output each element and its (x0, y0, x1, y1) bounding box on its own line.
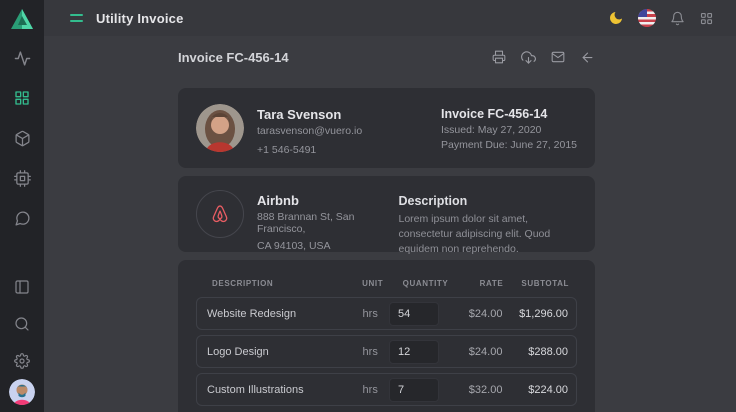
invoice-title: Invoice FC-456-14 (178, 50, 289, 65)
invoice-due-date: Payment Due: June 27, 2015 (441, 139, 577, 151)
company-description-card: Airbnb 888 Brannan St, San Francisco, CA… (178, 176, 595, 252)
invoice-meta-block: Invoice FC-456-14 Issued: May 27, 2020 P… (441, 104, 577, 152)
header-description: Description (206, 279, 362, 288)
send-mail-button[interactable] (551, 50, 565, 64)
bell-icon (670, 11, 685, 26)
company-address-line2: CA 94103, USA (257, 240, 398, 252)
printer-icon (492, 50, 506, 64)
item-rate: $24.00 (448, 346, 503, 358)
page-title: Utility Invoice (96, 11, 184, 26)
dark-mode-toggle[interactable] (608, 10, 624, 26)
header-quantity: Quantity (389, 279, 449, 288)
back-button[interactable] (580, 50, 595, 65)
chat-icon (14, 210, 31, 227)
sidebar (0, 0, 44, 412)
company-address-line1: 888 Brannan St, San Francisco, (257, 211, 398, 235)
table-row: Custom Illustrations hrs $32.00 $224.00 (196, 373, 577, 406)
item-unit: hrs (363, 308, 389, 320)
notifications-button[interactable] (670, 11, 685, 26)
sidebar-item-settings[interactable] (0, 342, 44, 379)
sidebar-item-components[interactable] (0, 118, 44, 158)
quantity-input[interactable] (389, 340, 439, 364)
activity-icon (14, 50, 31, 67)
header-unit: Unit (362, 279, 389, 288)
item-description: Website Redesign (207, 308, 363, 320)
gear-icon (14, 353, 30, 369)
item-description: Logo Design (207, 346, 363, 358)
menu-toggle-button[interactable] (70, 14, 83, 22)
grid-icon (14, 90, 30, 106)
table-row: Logo Design hrs $24.00 $288.00 (196, 335, 577, 368)
header-rate: Rate (448, 279, 503, 288)
description-body: Lorem ipsum dolor sit amet, consectetur … (398, 212, 577, 258)
description-title: Description (398, 194, 577, 208)
us-flag-icon[interactable] (638, 9, 656, 27)
top-navbar: Utility Invoice (44, 0, 736, 36)
invoice-toolbar: Invoice FC-456-14 (178, 42, 595, 72)
sidebar-item-elements[interactable] (0, 158, 44, 198)
item-unit: hrs (363, 346, 389, 358)
mail-icon (551, 50, 565, 64)
quantity-input[interactable] (389, 302, 439, 326)
logo-triangle-icon (10, 8, 34, 30)
invoice-actions (492, 50, 595, 65)
user-avatar[interactable] (9, 379, 35, 405)
user-avatar-illustration (9, 379, 35, 405)
apps-grid-icon (699, 11, 714, 26)
airbnb-logo-icon (207, 201, 233, 227)
cloud-download-icon (521, 50, 536, 65)
apps-menu-button[interactable] (699, 11, 714, 26)
arrow-left-icon (580, 50, 595, 65)
sidebar-item-dashboards[interactable] (0, 78, 44, 118)
panels-icon (14, 279, 30, 295)
client-email: tarasvenson@vuero.io (257, 125, 362, 137)
box-icon (14, 130, 31, 147)
item-subtotal: $224.00 (502, 384, 568, 396)
cpu-icon (14, 170, 31, 187)
print-button[interactable] (492, 50, 506, 64)
company-name: Airbnb (257, 193, 398, 208)
client-phone: +1 546-5491 (257, 144, 362, 156)
table-row: Website Redesign hrs $24.00 $1,296.00 (196, 297, 577, 330)
sidebar-item-messages[interactable] (0, 198, 44, 238)
client-name: Tara Svenson (257, 107, 362, 122)
description-block: Description Lorem ipsum dolor sit amet, … (398, 190, 577, 238)
sidebar-item-search[interactable] (0, 305, 44, 342)
quantity-input[interactable] (389, 378, 439, 402)
client-avatar (196, 104, 244, 152)
navbar-actions (608, 9, 714, 27)
search-icon (14, 316, 30, 332)
invoice-parties-card: Tara Svenson tarasvenson@vuero.io +1 546… (178, 88, 595, 168)
item-subtotal: $288.00 (502, 346, 568, 358)
header-subtotal: Subtotal (503, 279, 569, 288)
item-rate: $24.00 (448, 308, 503, 320)
app-logo[interactable] (10, 0, 34, 38)
line-items-card: Description Unit Quantity Rate Subtotal … (178, 260, 595, 412)
moon-icon (608, 10, 624, 26)
item-description: Custom Illustrations (207, 384, 363, 396)
item-unit: hrs (363, 384, 389, 396)
company-block: Airbnb 888 Brannan St, San Francisco, CA… (196, 190, 398, 238)
item-subtotal: $1,296.00 (502, 308, 568, 320)
company-logo-circle (196, 190, 244, 238)
invoice-number: Invoice FC-456-14 (441, 107, 577, 121)
client-block: Tara Svenson tarasvenson@vuero.io +1 546… (196, 104, 362, 152)
download-button[interactable] (521, 50, 536, 65)
table-header-row: Description Unit Quantity Rate Subtotal (196, 272, 577, 294)
sidebar-item-activity[interactable] (0, 38, 44, 78)
invoice-issued-date: Issued: May 27, 2020 (441, 124, 577, 136)
sidebar-item-panels[interactable] (0, 268, 44, 305)
main-content: Invoice FC-456-14 (44, 36, 736, 412)
item-rate: $32.00 (448, 384, 503, 396)
